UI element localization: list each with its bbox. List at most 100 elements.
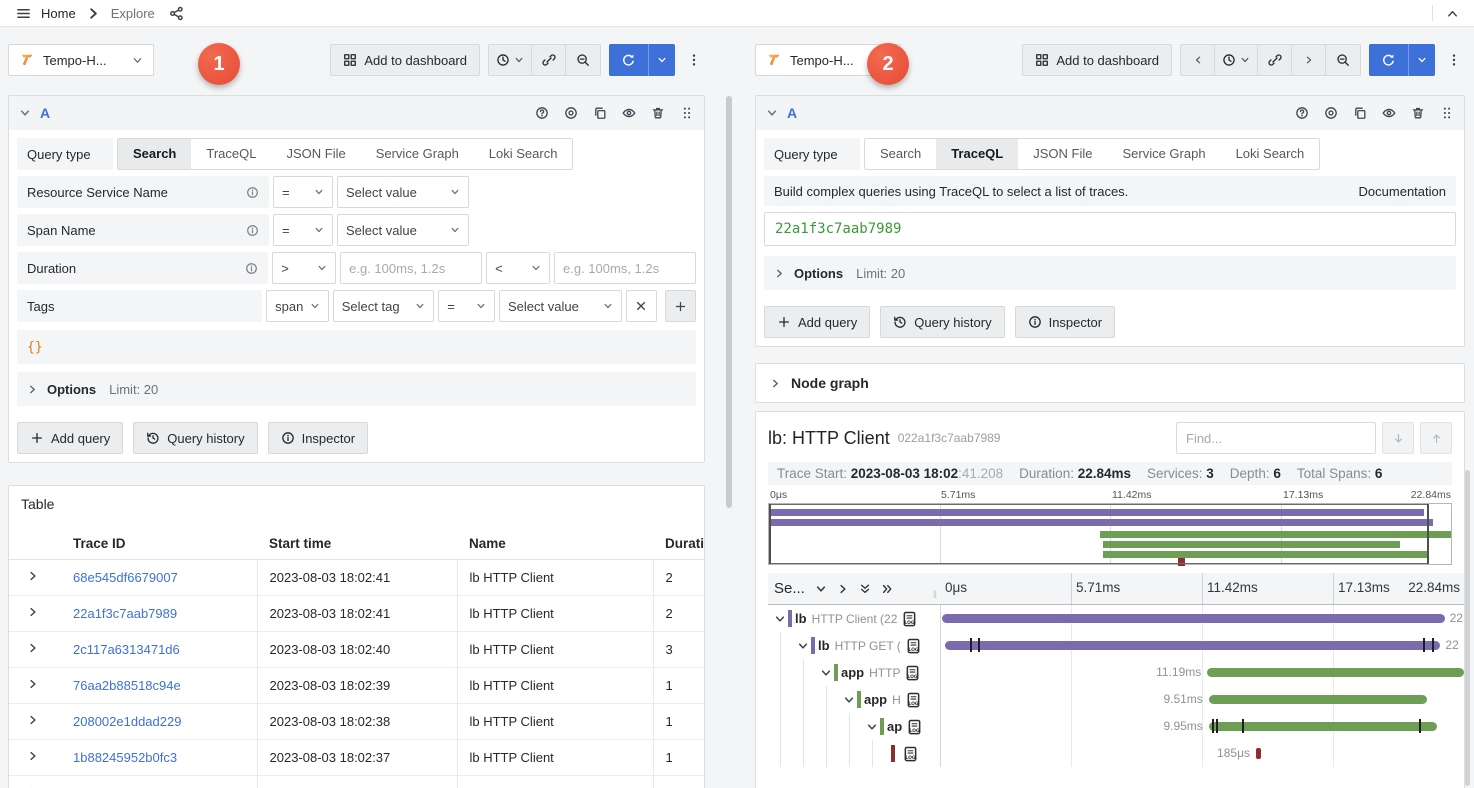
duration-input[interactable] xyxy=(340,252,482,284)
disable-query-icon[interactable] xyxy=(564,106,578,120)
span-row[interactable]: apLOG9.95ms xyxy=(768,713,1464,740)
chevron-down-icon[interactable] xyxy=(815,583,827,595)
expand-row-icon[interactable] xyxy=(27,678,39,690)
help-icon[interactable] xyxy=(535,106,549,120)
span-duration-bar[interactable] xyxy=(942,614,1445,623)
time-picker-button[interactable] xyxy=(489,45,532,75)
minimap-selection[interactable] xyxy=(769,504,1429,564)
span-name-cell[interactable]: apLOG xyxy=(768,713,940,740)
select-=[interactable]: = xyxy=(273,176,333,208)
run-query-button[interactable] xyxy=(609,44,649,76)
expand-all-icon[interactable] xyxy=(859,583,871,595)
span-expand-icon[interactable] xyxy=(843,694,855,706)
span-expand-icon[interactable] xyxy=(820,667,832,679)
trace-id-link[interactable]: 22a1f3c7aab7989 xyxy=(73,606,177,621)
minimap-right-handle[interactable] xyxy=(1427,504,1429,564)
time-picker-button[interactable] xyxy=(1215,45,1258,75)
find-input[interactable] xyxy=(1176,422,1376,454)
hide-response-icon[interactable] xyxy=(1382,106,1396,120)
node-graph-section[interactable]: Node graph xyxy=(755,363,1465,403)
tab-service-graph[interactable]: Service Graph xyxy=(1107,139,1220,169)
zoom-out-button[interactable] xyxy=(1326,45,1360,75)
add-query-button[interactable]: Add query xyxy=(764,306,870,338)
remove-tag-button[interactable] xyxy=(626,290,657,322)
span-duration-bar[interactable] xyxy=(1207,668,1464,677)
span-timeline-cell[interactable]: 11.19ms xyxy=(940,659,1464,686)
options-row[interactable]: Options Limit: 20 xyxy=(764,256,1456,290)
query-history-button[interactable]: Query history xyxy=(133,422,257,454)
add-tag-button[interactable] xyxy=(665,290,696,322)
span-duration-bar[interactable] xyxy=(1256,748,1261,759)
span-duration-bar[interactable] xyxy=(945,641,1441,650)
collapse-one-icon[interactable] xyxy=(837,583,849,595)
log-icon[interactable]: LOG xyxy=(907,719,922,735)
find-prev-button[interactable] xyxy=(1420,422,1452,454)
duplicate-query-icon[interactable] xyxy=(1353,106,1367,120)
span-name-cell[interactable]: lbHTTP GET (LOG xyxy=(768,632,940,659)
breadcrumb-home[interactable]: Home xyxy=(41,6,76,21)
run-query-button[interactable] xyxy=(1369,44,1409,76)
span-name-cell[interactable]: lbHTTP Client (22LOG xyxy=(768,605,940,632)
collapse-all-icon[interactable] xyxy=(881,583,893,595)
left-pane-scrollbar[interactable] xyxy=(726,96,732,508)
breadcrumb-explore[interactable]: Explore xyxy=(111,6,155,21)
duration-input[interactable] xyxy=(554,252,696,284)
log-icon[interactable]: LOG xyxy=(902,611,917,627)
run-query-interval-button[interactable] xyxy=(1409,44,1435,76)
hide-response-icon[interactable] xyxy=(622,106,636,120)
drag-handle-icon[interactable] xyxy=(1440,106,1454,120)
span-name-cell[interactable]: appHTTPLOG xyxy=(768,659,940,686)
expand-row-icon[interactable] xyxy=(27,642,39,654)
trace-id-link[interactable]: 208002e1ddad229 xyxy=(73,714,181,729)
trace-id-link[interactable]: 2c117a6313471d6 xyxy=(73,642,180,657)
select-=[interactable]: = xyxy=(438,290,495,322)
run-query-interval-button[interactable] xyxy=(649,44,675,76)
span-expand-icon[interactable] xyxy=(797,640,809,652)
span-row[interactable]: LOG185μs xyxy=(768,740,1464,767)
inspector-button[interactable]: Inspector xyxy=(268,422,368,454)
span-row[interactable]: appHTTPLOG11.19ms xyxy=(768,659,1464,686)
span-timeline-cell[interactable]: 9.51ms xyxy=(940,686,1464,713)
trace-id-link[interactable]: 1b88245952b0fc3 xyxy=(73,750,177,765)
span-expand-icon[interactable] xyxy=(866,721,878,733)
options-row[interactable]: Options Limit: 20 xyxy=(17,372,696,406)
expand-row-icon[interactable] xyxy=(27,570,39,582)
tab-service-graph[interactable]: Service Graph xyxy=(361,139,474,169)
select-select-tag[interactable]: Select tag xyxy=(333,290,434,322)
log-icon[interactable]: LOG xyxy=(906,638,921,654)
remove-query-icon[interactable] xyxy=(651,106,665,120)
span-timeline-cell[interactable]: 9.95ms xyxy=(940,713,1464,740)
inspector-button[interactable]: Inspector xyxy=(1015,306,1115,338)
drag-handle-icon[interactable] xyxy=(680,106,694,120)
query-row-header[interactable]: A xyxy=(9,96,704,130)
tab-json-file[interactable]: JSON File xyxy=(1018,139,1107,169)
tab-search[interactable]: Search xyxy=(118,139,191,169)
add-to-dashboard-button[interactable]: Add to dashboard xyxy=(1022,44,1172,76)
link-split-button[interactable] xyxy=(1258,45,1292,75)
select-<[interactable]: < xyxy=(486,252,550,284)
add-to-dashboard-button[interactable]: Add to dashboard xyxy=(330,44,480,76)
expand-row-icon[interactable] xyxy=(27,606,39,618)
column-resize-handle[interactable]: ‖ xyxy=(933,590,938,601)
select-span[interactable]: span xyxy=(266,290,329,322)
traceql-query-input[interactable]: 22a1f3c7aab7989 xyxy=(764,212,1456,246)
span-expand-icon[interactable] xyxy=(774,613,786,625)
span-name-cell[interactable]: appHLOG xyxy=(768,686,940,713)
span-row[interactable]: lbHTTP Client (22LOG22 xyxy=(768,605,1464,632)
span-name-cell[interactable]: LOG xyxy=(768,740,940,767)
span-duration-bar[interactable] xyxy=(1209,695,1427,704)
tab-loki-search[interactable]: Loki Search xyxy=(1221,139,1320,169)
right-pane-scrollbar[interactable] xyxy=(1465,470,1470,786)
trace-id-link[interactable]: 76aa2b88518c94e xyxy=(73,678,181,693)
minimap-canvas[interactable] xyxy=(768,503,1452,565)
find-next-button[interactable] xyxy=(1382,422,1414,454)
log-icon[interactable]: LOG xyxy=(903,746,918,762)
tab-loki-search[interactable]: Loki Search xyxy=(474,139,573,169)
tab-traceql[interactable]: TraceQL xyxy=(936,139,1018,169)
log-icon[interactable]: LOG xyxy=(906,692,921,708)
menu-icon[interactable] xyxy=(16,6,31,21)
select-select-value[interactable]: Select value xyxy=(499,290,622,322)
duplicate-query-icon[interactable] xyxy=(593,106,607,120)
time-shift-back-button[interactable] xyxy=(1181,45,1215,75)
documentation-link[interactable]: Documentation xyxy=(1359,184,1446,199)
